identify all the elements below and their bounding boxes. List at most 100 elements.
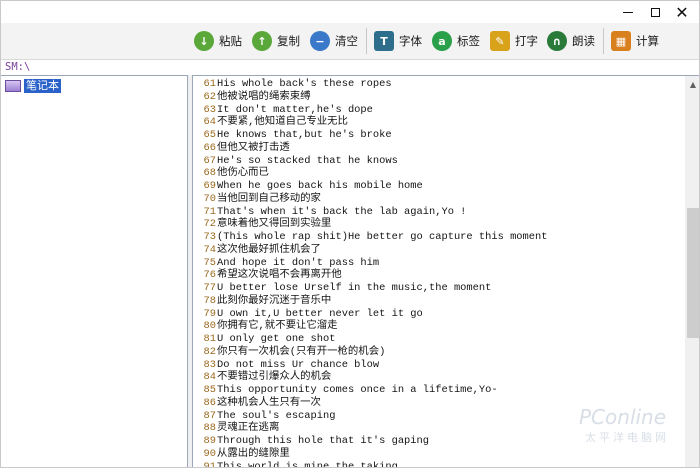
- line-text: This world is mine the taking: [217, 460, 398, 468]
- line-text: 希望这次说唱不会再离开他: [217, 269, 342, 282]
- line-number: 67: [203, 154, 216, 167]
- line-text: He knows that,but he's broke: [217, 129, 392, 141]
- editor-line: 68 他伤心而已: [193, 167, 685, 180]
- calc-button[interactable]: ▦ 计算: [611, 29, 659, 53]
- line-text: 但他又被打击透: [217, 141, 290, 154]
- editor-line: 81 U only get one shot: [193, 333, 685, 346]
- toolbar-separator: [366, 28, 367, 54]
- read-button-label: 朗读: [572, 34, 595, 48]
- line-number: 77: [203, 282, 216, 294]
- line-number: 87: [203, 409, 216, 422]
- notebook-tree[interactable]: 笔记本: [1, 75, 188, 467]
- line-number: 85: [203, 384, 216, 396]
- line-number: 70: [203, 192, 216, 205]
- scroll-up-icon[interactable]: ▲: [685, 76, 699, 92]
- headphones-icon: ∩: [547, 31, 567, 51]
- line-number: 81: [203, 333, 216, 345]
- line-text: (This whole rap shit)He better go captur…: [217, 231, 548, 243]
- scrollbar-thumb[interactable]: [687, 208, 699, 338]
- line-text: Through this hole that it's gaping: [217, 435, 430, 447]
- editor-line: 76 希望这次说唱不会再离开他: [193, 269, 685, 282]
- editor-line: 61 His whole back's these ropes: [193, 78, 685, 91]
- close-button[interactable]: ✕: [659, 1, 699, 23]
- editor-line: 83 Do not miss Ur chance blow: [193, 359, 685, 372]
- toolbar: ↓ 粘贴 ↑ 复制 − 清空 T 字体 a 标签 ✎ 打字 ∩ 朗读 ▦ 计算: [1, 23, 699, 59]
- line-number: 88: [203, 422, 216, 435]
- tag-button[interactable]: a 标签: [432, 29, 480, 53]
- clear-minus-icon: −: [310, 31, 330, 51]
- line-text: 他伤心而已: [217, 167, 269, 180]
- editor-line: 75 And hope it don't pass him: [193, 257, 685, 270]
- title-bar: ✕: [1, 1, 699, 23]
- close-icon: ✕: [675, 2, 689, 22]
- line-number: 76: [203, 269, 216, 282]
- line-text: He's so stacked that he knows: [217, 154, 398, 167]
- line-number: 83: [203, 358, 216, 371]
- type-button[interactable]: ✎ 打字: [490, 29, 538, 53]
- notebook-icon: [5, 80, 21, 92]
- calc-button-label: 计算: [636, 34, 659, 48]
- paste-down-arrow-icon: ↓: [194, 31, 214, 51]
- editor-line: 78 此刻你最好沉迷于音乐中: [193, 295, 685, 308]
- editor-line: 77 U better lose Urself in the music,the …: [193, 282, 685, 295]
- line-text: 这次他最好抓住机会了: [217, 243, 321, 256]
- editor-line: 84 不要错过引爆众人的机会: [193, 371, 685, 384]
- line-number: 79: [203, 307, 216, 320]
- editor-line: 91 This world is mine the taking: [193, 461, 685, 468]
- line-text: 当他回到自己移动的家: [217, 192, 321, 205]
- font-button-label: 字体: [399, 34, 422, 48]
- line-number: 89: [203, 435, 216, 447]
- line-number: 86: [203, 396, 216, 409]
- line-number: 78: [203, 294, 216, 307]
- tree-item-notebook[interactable]: 笔记本: [5, 79, 61, 93]
- tree-item-label: 笔记本: [24, 79, 61, 93]
- line-text: 你拥有它,就不要让它溜走: [217, 320, 338, 333]
- copy-button[interactable]: ↑ 复制: [252, 29, 300, 53]
- line-number: 73: [203, 231, 216, 243]
- line-text: Do not miss Ur chance blow: [217, 358, 380, 371]
- line-number: 69: [203, 180, 216, 192]
- line-text: 不要错过引爆众人的机会: [217, 371, 332, 384]
- line-number: 66: [203, 141, 216, 154]
- line-text: 不要紧,他知道自己专业无比: [217, 116, 348, 129]
- line-number: 82: [203, 345, 216, 358]
- line-number: 90: [203, 447, 216, 460]
- line-number: 84: [203, 371, 216, 384]
- editor-line: 80 你拥有它,就不要让它溜走: [193, 320, 685, 333]
- line-text: U better lose Urself in the music,the mo…: [217, 282, 492, 294]
- read-button[interactable]: ∩ 朗读: [547, 29, 595, 53]
- tag-button-label: 标签: [457, 34, 480, 48]
- editor-line: 64 不要紧,他知道自己专业无比: [193, 116, 685, 129]
- toolbar-separator: [603, 28, 604, 54]
- line-number: 91: [203, 460, 216, 468]
- app-window: ✕ ↓ 粘贴 ↑ 复制 − 清空 T 字体 a 标签 ✎ 打字 ∩ 朗读 ▦ 计算 SM:\ 笔记本 61 Hi…: [0, 0, 700, 468]
- line-number: 64: [203, 116, 216, 129]
- editor-line: 66 但他又被打击透: [193, 142, 685, 155]
- vertical-scrollbar[interactable]: ▲: [685, 75, 699, 467]
- line-text: The soul's escaping: [217, 409, 336, 422]
- line-number: 71: [203, 205, 216, 218]
- line-number: 65: [203, 129, 216, 141]
- paste-button-label: 粘贴: [219, 34, 242, 48]
- editor-line: 74 这次他最好抓住机会了: [193, 244, 685, 257]
- clear-button[interactable]: − 清空: [310, 29, 358, 53]
- editor-line: 82 你只有一次机会(只有开一枪的机会): [193, 346, 685, 359]
- line-text: 你只有一次机会(只有开一枪的机会): [217, 345, 386, 358]
- font-tt-icon: T: [374, 31, 394, 51]
- line-number: 68: [203, 167, 216, 180]
- line-text: 此刻你最好沉迷于音乐中: [217, 294, 332, 307]
- line-text: U only get one shot: [217, 333, 336, 345]
- path-text: SM:\: [5, 61, 31, 73]
- line-number: 62: [203, 90, 216, 103]
- line-text: 这种机会人生只有一次: [217, 396, 321, 409]
- line-text: And hope it don't pass him: [217, 256, 380, 269]
- paste-button[interactable]: ↓ 粘贴: [194, 29, 242, 53]
- font-button[interactable]: T 字体: [374, 29, 422, 53]
- line-text: 意味着他又得回到实验里: [217, 218, 332, 231]
- copy-up-arrow-icon: ↑: [252, 31, 272, 51]
- line-text: It don't matter,he's dope: [217, 103, 373, 116]
- editor-line: 69 When he goes back his mobile home: [193, 180, 685, 193]
- line-number: 75: [203, 256, 216, 269]
- line-text: That's when it's back the lab again,Yo !: [217, 205, 467, 218]
- editor-line: 85 This opportunity comes once in a lifet…: [193, 384, 685, 397]
